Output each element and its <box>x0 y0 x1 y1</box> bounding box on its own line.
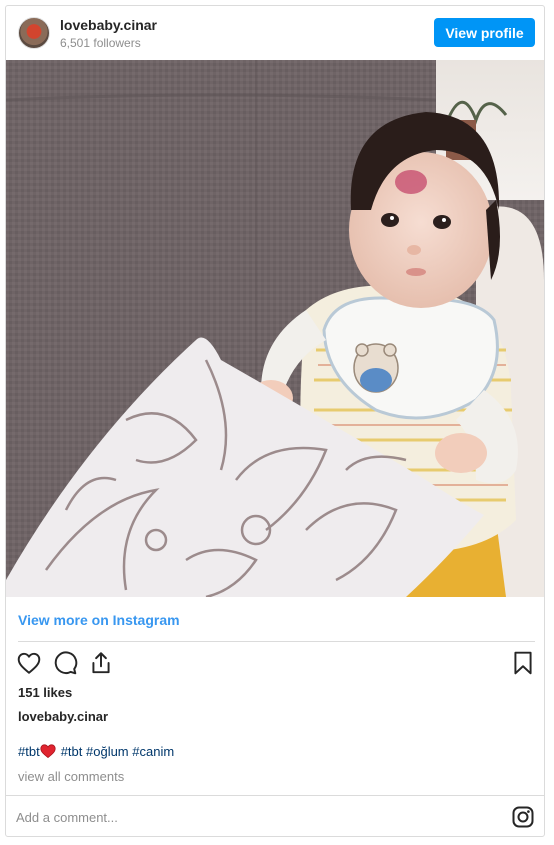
caption-hashtags: #tbt #tbt #oğlum #canim <box>18 744 174 759</box>
follower-count: 6,501 followers <box>60 36 141 50</box>
instagram-embed-card: lovebaby.cinar 6,501 followers View prof… <box>5 5 545 837</box>
add-comment-input[interactable] <box>16 805 496 829</box>
header-username[interactable]: lovebaby.cinar <box>60 17 157 33</box>
instagram-logo-icon[interactable] <box>511 805 535 829</box>
divider <box>6 795 544 796</box>
view-profile-button[interactable]: View profile <box>434 18 535 47</box>
hashtag-link[interactable]: #tbt <box>18 744 40 759</box>
comment-bubble-icon[interactable] <box>52 650 78 676</box>
divider <box>18 641 535 642</box>
caption-username[interactable]: lovebaby.cinar <box>18 709 108 724</box>
post-header: lovebaby.cinar 6,501 followers View prof… <box>6 6 544 60</box>
avatar[interactable] <box>18 17 50 49</box>
heart-outline-icon[interactable] <box>16 650 42 676</box>
red-heart-emoji-icon <box>40 744 56 758</box>
bookmark-icon[interactable] <box>510 650 536 676</box>
post-photo[interactable] <box>6 60 544 597</box>
hashtag-link[interactable]: #oğlum <box>86 744 129 759</box>
view-all-comments-link[interactable]: view all comments <box>18 769 124 784</box>
like-count[interactable]: 151 likes <box>18 685 72 700</box>
hashtag-link[interactable]: #canim <box>132 744 174 759</box>
share-icon[interactable] <box>88 650 114 676</box>
view-more-on-instagram-link[interactable]: View more on Instagram <box>18 612 180 628</box>
hashtag-link[interactable]: #tbt <box>61 744 83 759</box>
